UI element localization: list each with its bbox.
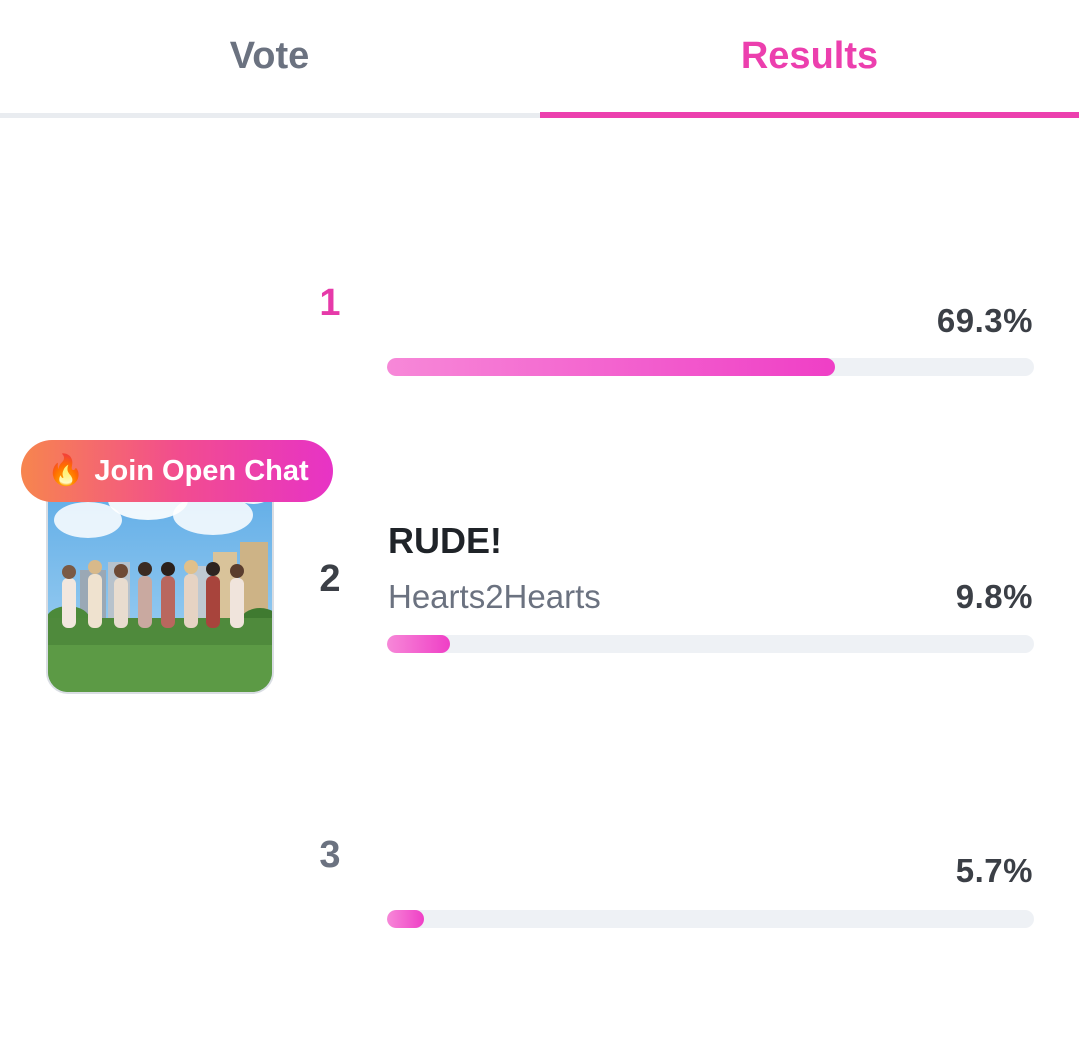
- vote-progress-fill: [387, 358, 836, 376]
- join-open-chat-label: Join Open Chat: [94, 454, 309, 487]
- rank-number: 2: [319, 558, 341, 600]
- tab-vote[interactable]: Vote: [0, 0, 539, 112]
- album-thumbnail: [18, 160, 318, 390]
- join-open-chat-button[interactable]: 🔥 Join Open Chat: [21, 440, 333, 502]
- album-cover-image: [48, 470, 272, 692]
- tab-results[interactable]: Results: [540, 0, 1079, 112]
- vote-progress-bar: [387, 358, 1034, 376]
- tab-underline: [0, 113, 540, 118]
- song-title: RUDE!: [388, 520, 502, 561]
- vote-progress-bar: [387, 635, 1034, 653]
- rank-number: 3: [319, 834, 341, 876]
- tab-bar: Vote Results: [0, 0, 1079, 118]
- vote-progress-fill: [387, 910, 424, 928]
- result-row-1[interactable]: 1 69.3%: [0, 150, 1079, 410]
- vote-percent: 9.8%: [955, 578, 1033, 615]
- vote-percent: 69.3%: [936, 302, 1033, 339]
- fire-icon: 🔥: [47, 454, 85, 487]
- artist-name: Hearts2Hearts: [388, 578, 601, 615]
- result-row-3[interactable]: 3 5.7%: [0, 730, 1079, 980]
- vote-progress-bar: [387, 910, 1034, 928]
- tab-active-indicator: [540, 112, 1079, 118]
- vote-percent: 5.7%: [955, 852, 1033, 889]
- rank-number: 1: [319, 282, 341, 324]
- vote-progress-fill: [387, 635, 451, 653]
